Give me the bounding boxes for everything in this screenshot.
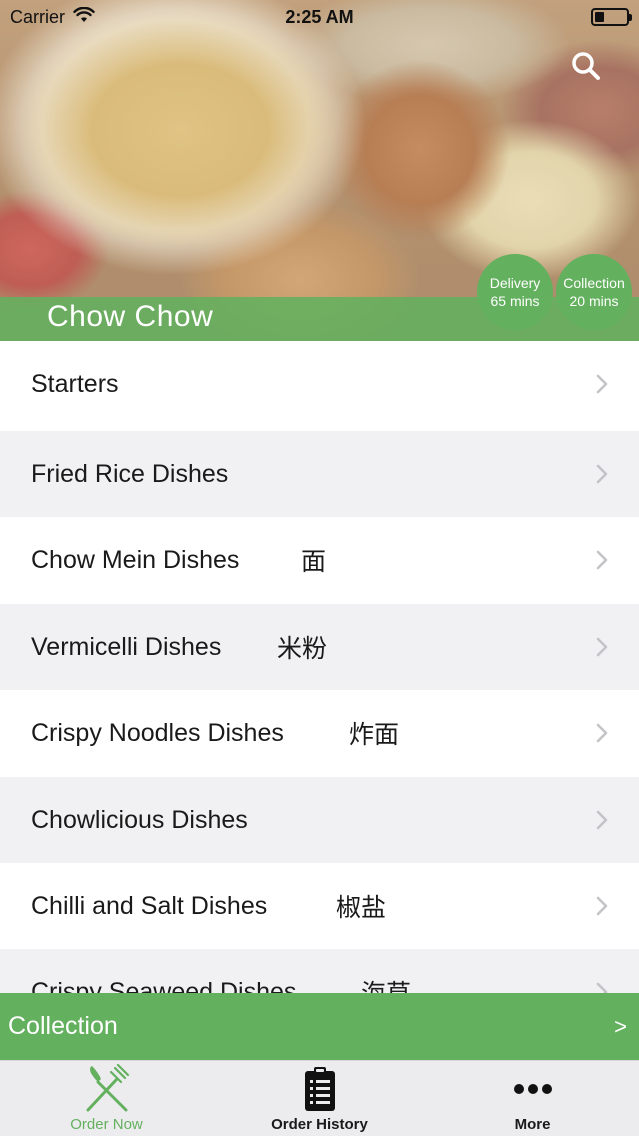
fork-knife-icon xyxy=(86,1064,129,1112)
category-row-fried-rice[interactable]: Fried Rice Dishes xyxy=(0,431,639,517)
tab-bar: Order Now Order History More xyxy=(0,1060,639,1136)
hero-banner: Carrier 2:25 AM Chow Chow Delivery 65 mi… xyxy=(0,0,639,341)
chevron-right-icon xyxy=(596,550,608,570)
tab-more[interactable]: More xyxy=(426,1061,639,1136)
restaurant-name: Chow Chow xyxy=(47,300,214,333)
order-mode-arrow: > xyxy=(614,1013,627,1039)
tab-label: Order History xyxy=(271,1116,368,1133)
category-label: Crispy Noodles Dishes xyxy=(31,718,284,747)
category-label: Chow Mein Dishes xyxy=(31,545,240,574)
chevron-right-icon xyxy=(596,374,608,394)
category-row-vermicelli[interactable]: Vermicelli Dishes 米粉 xyxy=(0,604,639,690)
chevron-right-icon xyxy=(596,896,608,916)
category-label: Crispy Seaweed Dishes xyxy=(31,977,297,994)
category-label: Chowlicious Dishes xyxy=(31,805,248,834)
category-row-crispy-noodles[interactable]: Crispy Noodles Dishes 炸面 xyxy=(0,690,639,776)
wifi-icon xyxy=(73,6,95,28)
search-icon xyxy=(570,50,602,87)
more-dots-icon xyxy=(513,1084,552,1094)
order-mode-bar[interactable]: Collection > xyxy=(0,993,639,1060)
chevron-right-icon xyxy=(596,464,608,484)
search-button[interactable] xyxy=(566,48,606,88)
carrier-label: Carrier xyxy=(10,6,66,27)
category-label: Chilli and Salt Dishes xyxy=(31,891,268,920)
category-chinese-label: 米粉 xyxy=(277,635,328,663)
tab-order-history[interactable]: Order History xyxy=(213,1061,426,1136)
delivery-label: Delivery xyxy=(489,275,541,291)
delivery-time-badge: Delivery 65 mins xyxy=(477,254,553,330)
category-chinese-label: 海草 xyxy=(361,974,411,993)
delivery-time: 65 mins xyxy=(490,293,540,309)
status-bar: Carrier 2:25 AM xyxy=(0,0,639,34)
status-time: 2:25 AM xyxy=(285,6,354,27)
order-mode-label: Collection xyxy=(8,1012,118,1040)
category-row-crispy-seaweed[interactable]: Crispy Seaweed Dishes 海草 xyxy=(0,949,639,993)
category-row-chowlicious[interactable]: Chowlicious Dishes xyxy=(0,777,639,863)
chevron-right-icon xyxy=(596,982,608,993)
category-row-starters[interactable]: Starters xyxy=(0,341,639,427)
collection-label: Collection xyxy=(563,275,625,291)
category-row-chow-mein[interactable]: Chow Mein Dishes 面 xyxy=(0,517,639,603)
tab-label: More xyxy=(514,1116,551,1133)
chevron-right-icon xyxy=(596,637,608,657)
tab-order-now[interactable]: Order Now xyxy=(0,1061,213,1136)
clipboard-list-icon xyxy=(304,1067,335,1111)
category-label: Fried Rice Dishes xyxy=(31,459,229,488)
category-chinese-label: 椒盐 xyxy=(336,894,387,922)
category-chinese-label: 炸面 xyxy=(349,721,400,749)
collection-time-badge: Collection 20 mins xyxy=(556,254,632,330)
category-chinese-label: 面 xyxy=(301,548,327,576)
category-list[interactable]: Starters Fried Rice Dishes Chow Mein Dis… xyxy=(0,341,639,993)
chevron-right-icon xyxy=(596,810,608,830)
category-label: Vermicelli Dishes xyxy=(31,632,222,661)
tab-label: Order Now xyxy=(70,1116,143,1133)
collection-time: 20 mins xyxy=(569,293,619,309)
category-row-chilli-salt[interactable]: Chilli and Salt Dishes 椒盐 xyxy=(0,863,639,949)
chevron-right-icon xyxy=(596,723,608,743)
category-label: Starters xyxy=(31,369,119,398)
battery-icon xyxy=(591,8,632,26)
